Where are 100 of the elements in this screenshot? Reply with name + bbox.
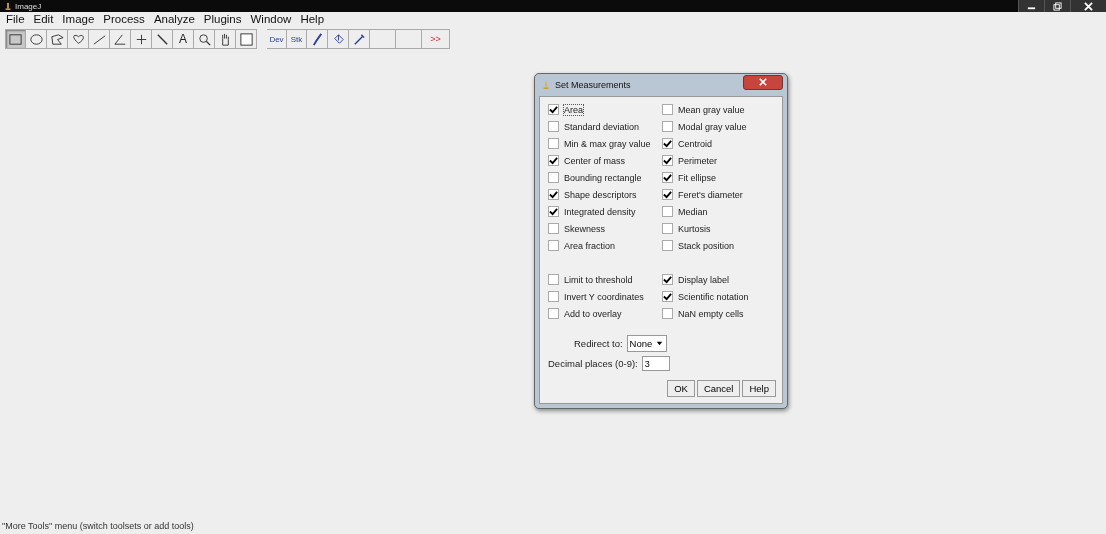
decimal-places-field[interactable]: 3 bbox=[641, 356, 670, 371]
checkbox-label: Integrated density bbox=[564, 206, 636, 217]
checkbox[interactable] bbox=[662, 138, 673, 149]
checkbox[interactable] bbox=[662, 121, 673, 132]
menu-item[interactable]: Plugins bbox=[203, 13, 242, 27]
checkbox-label: NaN empty cells bbox=[678, 308, 744, 319]
checkbox[interactable] bbox=[662, 274, 673, 285]
field-label: Redirect to: bbox=[574, 338, 623, 349]
dialog-button[interactable]: Cancel bbox=[696, 380, 741, 397]
checkbox-label: Fit ellipse bbox=[678, 172, 716, 183]
maximize-button[interactable] bbox=[1044, 0, 1070, 12]
checkbox-label: Kurtosis bbox=[678, 223, 711, 234]
menu-item[interactable]: File bbox=[6, 13, 25, 27]
checkbox-label: Mean gray value bbox=[678, 104, 745, 115]
check-icon bbox=[549, 156, 558, 165]
freehand-tool[interactable] bbox=[68, 29, 89, 49]
checkbox-label: Perimeter bbox=[678, 155, 717, 166]
checkbox[interactable] bbox=[548, 172, 559, 183]
checkbox[interactable] bbox=[548, 223, 559, 234]
angle-tool[interactable] bbox=[110, 29, 131, 49]
checkbox-label: Area fraction bbox=[564, 240, 616, 251]
check-icon bbox=[549, 105, 558, 114]
dialog-button[interactable]: Help bbox=[742, 380, 776, 397]
field-label: Decimal places (0-9): bbox=[548, 358, 638, 369]
checkbox[interactable] bbox=[662, 240, 673, 251]
maximize-icon bbox=[1053, 1, 1062, 11]
checkbox-label: Invert Y coordinates bbox=[564, 291, 644, 302]
checkbox[interactable] bbox=[548, 189, 559, 200]
hand-tool[interactable] bbox=[215, 29, 236, 49]
checkbox[interactable] bbox=[548, 138, 559, 149]
checkbox[interactable] bbox=[548, 291, 559, 302]
checkbox-label: Feret's diameter bbox=[678, 189, 743, 200]
redirect-dropdown[interactable]: None bbox=[626, 335, 668, 352]
checkbox[interactable] bbox=[662, 104, 673, 115]
checkbox-label: Display label bbox=[678, 274, 730, 285]
checkbox[interactable] bbox=[548, 121, 559, 132]
dropdown-arrow-icon bbox=[655, 339, 665, 348]
checkbox-label: Scientific notation bbox=[678, 291, 749, 302]
zoom-tool[interactable] bbox=[194, 29, 215, 49]
polygon-icon bbox=[49, 31, 65, 47]
checkbox-label: Skewness bbox=[564, 223, 606, 234]
close-button[interactable] bbox=[743, 74, 783, 90]
menu-item[interactable]: Edit bbox=[33, 13, 54, 27]
rect-tool[interactable] bbox=[5, 29, 26, 49]
bucket-tool[interactable] bbox=[328, 29, 349, 49]
checkbox[interactable] bbox=[662, 155, 673, 166]
checkbox[interactable] bbox=[662, 291, 673, 302]
menu-item[interactable]: Window bbox=[250, 13, 292, 27]
checkbox-label: Limit to threshold bbox=[564, 274, 633, 285]
more-tools-button[interactable]: >> bbox=[422, 29, 450, 49]
checkbox[interactable] bbox=[662, 206, 673, 217]
pencil-tool[interactable] bbox=[349, 29, 370, 49]
minimize-button[interactable] bbox=[1018, 0, 1044, 12]
checkbox-label: Area bbox=[564, 104, 583, 115]
microscope-icon bbox=[542, 81, 550, 89]
status-text: "More Tools" menu (switch toolsets or add tools) bbox=[1, 521, 195, 533]
menu-item[interactable]: Image bbox=[62, 13, 95, 27]
checkbox-label: Center of mass bbox=[564, 155, 626, 166]
window-title: ImageJ bbox=[15, 1, 42, 11]
point-tool[interactable] bbox=[131, 29, 152, 49]
close-icon bbox=[759, 78, 767, 86]
oval-icon bbox=[28, 31, 44, 47]
menu-tool[interactable]: Dev bbox=[267, 29, 287, 49]
checkbox[interactable] bbox=[548, 104, 559, 115]
checkbox[interactable] bbox=[662, 172, 673, 183]
checkbox[interactable] bbox=[548, 206, 559, 217]
line-tool[interactable] bbox=[89, 29, 110, 49]
checkbox-label: Median bbox=[678, 206, 708, 217]
zoom-icon bbox=[196, 31, 212, 47]
close-button[interactable] bbox=[1070, 0, 1106, 12]
checkbox-label: Add to overlay bbox=[564, 308, 622, 319]
menu-item[interactable]: Process bbox=[103, 13, 145, 27]
checkbox-label: Centroid bbox=[678, 138, 713, 149]
checkbox[interactable] bbox=[548, 240, 559, 251]
checkbox[interactable] bbox=[662, 308, 673, 319]
checkbox-label: Bounding rectangle bbox=[564, 172, 642, 183]
checkbox[interactable] bbox=[548, 155, 559, 166]
menu-item[interactable]: Analyze bbox=[153, 13, 195, 27]
wand-tool[interactable] bbox=[152, 29, 173, 49]
rect-icon bbox=[8, 31, 23, 47]
checkbox[interactable] bbox=[548, 274, 559, 285]
checkbox[interactable] bbox=[548, 308, 559, 319]
brush-tool[interactable] bbox=[307, 29, 328, 49]
checkbox-label: Shape descriptors bbox=[564, 189, 637, 200]
polygon-tool[interactable] bbox=[47, 29, 68, 49]
dialog-button[interactable]: OK bbox=[667, 380, 695, 397]
checkbox-label: Modal gray value bbox=[678, 121, 747, 132]
menu-item[interactable]: Help bbox=[300, 13, 325, 27]
close-icon bbox=[1084, 1, 1093, 11]
checkbox-label: Stack position bbox=[678, 240, 735, 251]
text-tool[interactable]: A bbox=[173, 29, 194, 49]
color-tool[interactable] bbox=[236, 29, 257, 49]
microscope-icon bbox=[4, 2, 12, 10]
checkbox[interactable] bbox=[662, 189, 673, 200]
oval-tool[interactable] bbox=[26, 29, 47, 49]
menu-tool[interactable]: Stk bbox=[287, 29, 307, 49]
checkbox[interactable] bbox=[662, 223, 673, 234]
checkbox-label: Min & max gray value bbox=[564, 138, 651, 149]
checkbox-label: Standard deviation bbox=[564, 121, 640, 132]
dialog-title: Set Measurements bbox=[555, 80, 632, 90]
